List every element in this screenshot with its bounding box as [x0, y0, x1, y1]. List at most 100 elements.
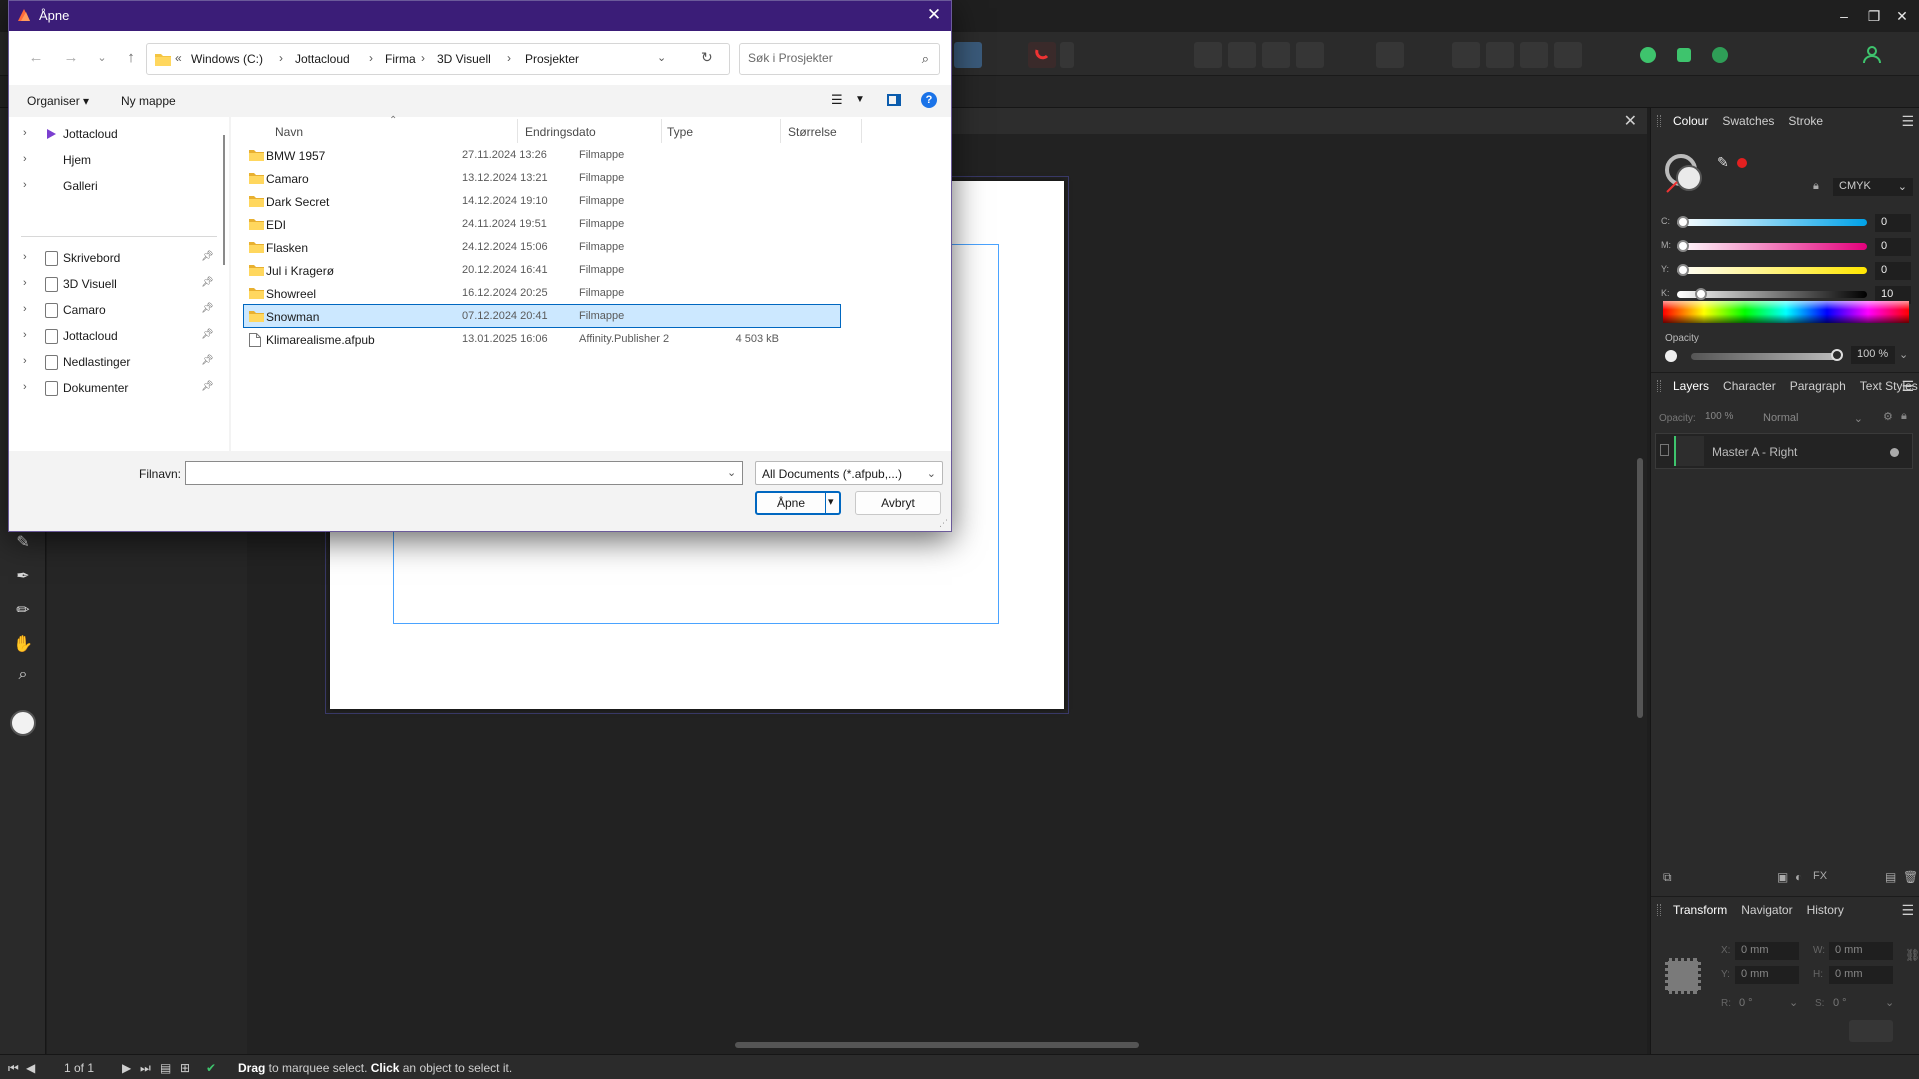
studio-link-photo-icon[interactable]: [1670, 42, 1698, 68]
opacity-knob[interactable]: [1831, 349, 1843, 361]
snapping-options-button[interactable]: [1060, 42, 1074, 68]
column-separator[interactable]: [780, 119, 781, 143]
s-field[interactable]: 0 °: [1833, 997, 1847, 1009]
back-arrow-icon[interactable]: ←: [25, 47, 47, 69]
layer-expand-icon[interactable]: [1660, 444, 1669, 456]
channel-value[interactable]: 0: [1875, 238, 1911, 256]
blend-mode-select[interactable]: Normal ⌄: [1759, 410, 1867, 428]
file-row[interactable]: Klimarealisme.afpub 13.01.2025 16:06 Affin…: [243, 327, 841, 351]
y-field[interactable]: 0 mm: [1735, 966, 1799, 984]
tab-paragraph[interactable]: Paragraph: [1790, 379, 1846, 393]
preview-pane-icon[interactable]: [887, 94, 901, 106]
layer-opacity-value[interactable]: 100 %: [1705, 411, 1733, 422]
zoom-tool-icon[interactable]: ⌕: [12, 664, 34, 686]
first-page-icon[interactable]: ⏮: [8, 1061, 19, 1076]
mask-icon[interactable]: ▣: [1777, 870, 1788, 884]
breadcrumb-3d-visuell[interactable]: 3D Visuell: [437, 52, 491, 66]
recent-locations-chevron-icon[interactable]: ⌄: [91, 47, 113, 69]
pin-icon[interactable]: 📌︎: [201, 355, 214, 366]
organize-button[interactable]: Organiser ▾: [27, 94, 89, 108]
align-right-button[interactable]: [1262, 42, 1290, 68]
restore-icon[interactable]: ❐: [1864, 6, 1884, 26]
nav-item-camaro[interactable]: › Camaro 📌︎: [9, 297, 219, 323]
search-box[interactable]: ⌕: [739, 43, 940, 75]
chevron-right-icon[interactable]: ›: [23, 251, 27, 263]
anchor-selector-icon[interactable]: [1665, 958, 1701, 994]
refresh-icon[interactable]: ↻: [701, 49, 713, 66]
nav-item-jottacloud[interactable]: › Jottacloud 📌︎: [9, 323, 219, 349]
tab-history[interactable]: History: [1807, 903, 1844, 917]
text-frame-button[interactable]: [954, 42, 982, 68]
pages-panel-icon[interactable]: ▤: [160, 1061, 171, 1075]
channel-value[interactable]: 0: [1875, 262, 1911, 280]
up-arrow-icon[interactable]: ↑: [120, 47, 142, 69]
channel-slider-knob[interactable]: [1677, 240, 1689, 252]
distribute-4-button[interactable]: [1554, 42, 1582, 68]
pin-icon[interactable]: 📌︎: [201, 381, 214, 392]
column-separator[interactable]: [661, 119, 662, 143]
layer-row[interactable]: Master A - Right: [1655, 433, 1913, 469]
r-field[interactable]: 0 °: [1739, 997, 1753, 1009]
delete-icon[interactable]: 🗑︎: [1903, 870, 1918, 884]
dialog-titlebar[interactable]: Åpne ✕: [9, 1, 951, 31]
address-bar[interactable]: « Windows (C:) › Jottacloud › Firma › 3D…: [146, 43, 730, 75]
transform-origin-button[interactable]: [1849, 1020, 1893, 1042]
opacity-slider[interactable]: [1691, 353, 1837, 360]
breadcrumb-jottacloud[interactable]: Jottacloud: [295, 52, 350, 66]
color-picker-icon[interactable]: ✎: [1717, 154, 1729, 171]
search-input[interactable]: [748, 51, 908, 65]
column-header-size[interactable]: Størrelse: [788, 125, 837, 139]
column-header-name[interactable]: Navn: [275, 125, 303, 139]
aspect-lock-icon[interactable]: ⛓: [1905, 948, 1919, 962]
nav-item-hjem[interactable]: › Hjem: [9, 147, 219, 173]
chevron-right-icon[interactable]: ›: [23, 355, 27, 367]
nav-item-3d-visuell[interactable]: › 3D Visuell 📌︎: [9, 271, 219, 297]
folder-row[interactable]: Dark Secret 14.12.2024 19:10 Filmappe: [243, 189, 841, 213]
nav-item-nedlastinger[interactable]: › Nedlastinger 📌︎: [9, 349, 219, 375]
chevron-right-icon[interactable]: ›: [23, 303, 27, 315]
panel-menu-icon[interactable]: ☰: [1901, 378, 1914, 395]
pin-icon[interactable]: 📌︎: [201, 251, 214, 262]
new-page-icon[interactable]: ▤: [1885, 870, 1896, 884]
cancel-button[interactable]: Avbryt: [855, 491, 941, 515]
column-separator[interactable]: [517, 119, 518, 143]
tab-layers[interactable]: Layers: [1673, 379, 1709, 393]
tab-character[interactable]: Character: [1723, 379, 1776, 393]
align-top-button[interactable]: [1296, 42, 1324, 68]
fill-swatch-icon[interactable]: [10, 710, 36, 736]
fx-icon[interactable]: FX: [1813, 870, 1827, 882]
distribute-2-button[interactable]: [1486, 42, 1514, 68]
breadcrumb-firma[interactable]: Firma: [385, 52, 416, 66]
opacity-value[interactable]: 100 %: [1851, 346, 1895, 364]
s-dropdown-icon[interactable]: ⌄: [1885, 996, 1894, 1009]
tab-colour[interactable]: Colour: [1673, 114, 1708, 128]
fill-stroke-wells-icon[interactable]: [1663, 152, 1707, 196]
close-icon[interactable]: ✕: [1892, 6, 1912, 26]
distribute-3-button[interactable]: [1520, 42, 1548, 68]
tab-stroke[interactable]: Stroke: [1788, 114, 1823, 128]
close-document-icon[interactable]: ✕: [1624, 111, 1637, 131]
horizontal-scroll-thumb[interactable]: [735, 1042, 1139, 1048]
opacity-dropdown-icon[interactable]: ⌄: [1899, 348, 1908, 361]
help-icon[interactable]: ?: [921, 92, 937, 108]
channel-slider-knob[interactable]: [1677, 216, 1689, 228]
filename-history-chevron-icon[interactable]: ⌄: [727, 466, 736, 479]
studio-link-designer-icon[interactable]: [1634, 42, 1662, 68]
snapping-magnet-icon[interactable]: [1028, 42, 1056, 68]
nav-item-galleri[interactable]: › Galleri: [9, 173, 219, 199]
panel-grip[interactable]: [1657, 380, 1661, 392]
h-field[interactable]: 0 mm: [1829, 966, 1893, 984]
file-type-filter-select[interactable]: All Documents (*.afpub,...) ⌄: [755, 461, 943, 485]
artistic-text-tool-icon[interactable]: ✎: [12, 532, 34, 554]
layer-settings-gear-icon[interactable]: ⚙: [1883, 410, 1893, 423]
chevron-right-icon[interactable]: ›: [23, 381, 27, 393]
pin-icon[interactable]: 📌︎: [201, 303, 214, 314]
open-options-dropdown-icon[interactable]: ▾: [828, 495, 834, 508]
adjustment-icon[interactable]: ◐: [1795, 870, 1802, 884]
current-color-dot[interactable]: [1737, 158, 1747, 168]
panel-menu-icon[interactable]: ☰: [1901, 113, 1914, 130]
arrange-button[interactable]: [1376, 42, 1404, 68]
column-header-date[interactable]: Endringsdato: [525, 125, 596, 139]
breadcrumb-windows-c[interactable]: Windows (C:): [191, 52, 263, 66]
lock-icon[interactable]: 🔒︎: [1813, 180, 1819, 193]
